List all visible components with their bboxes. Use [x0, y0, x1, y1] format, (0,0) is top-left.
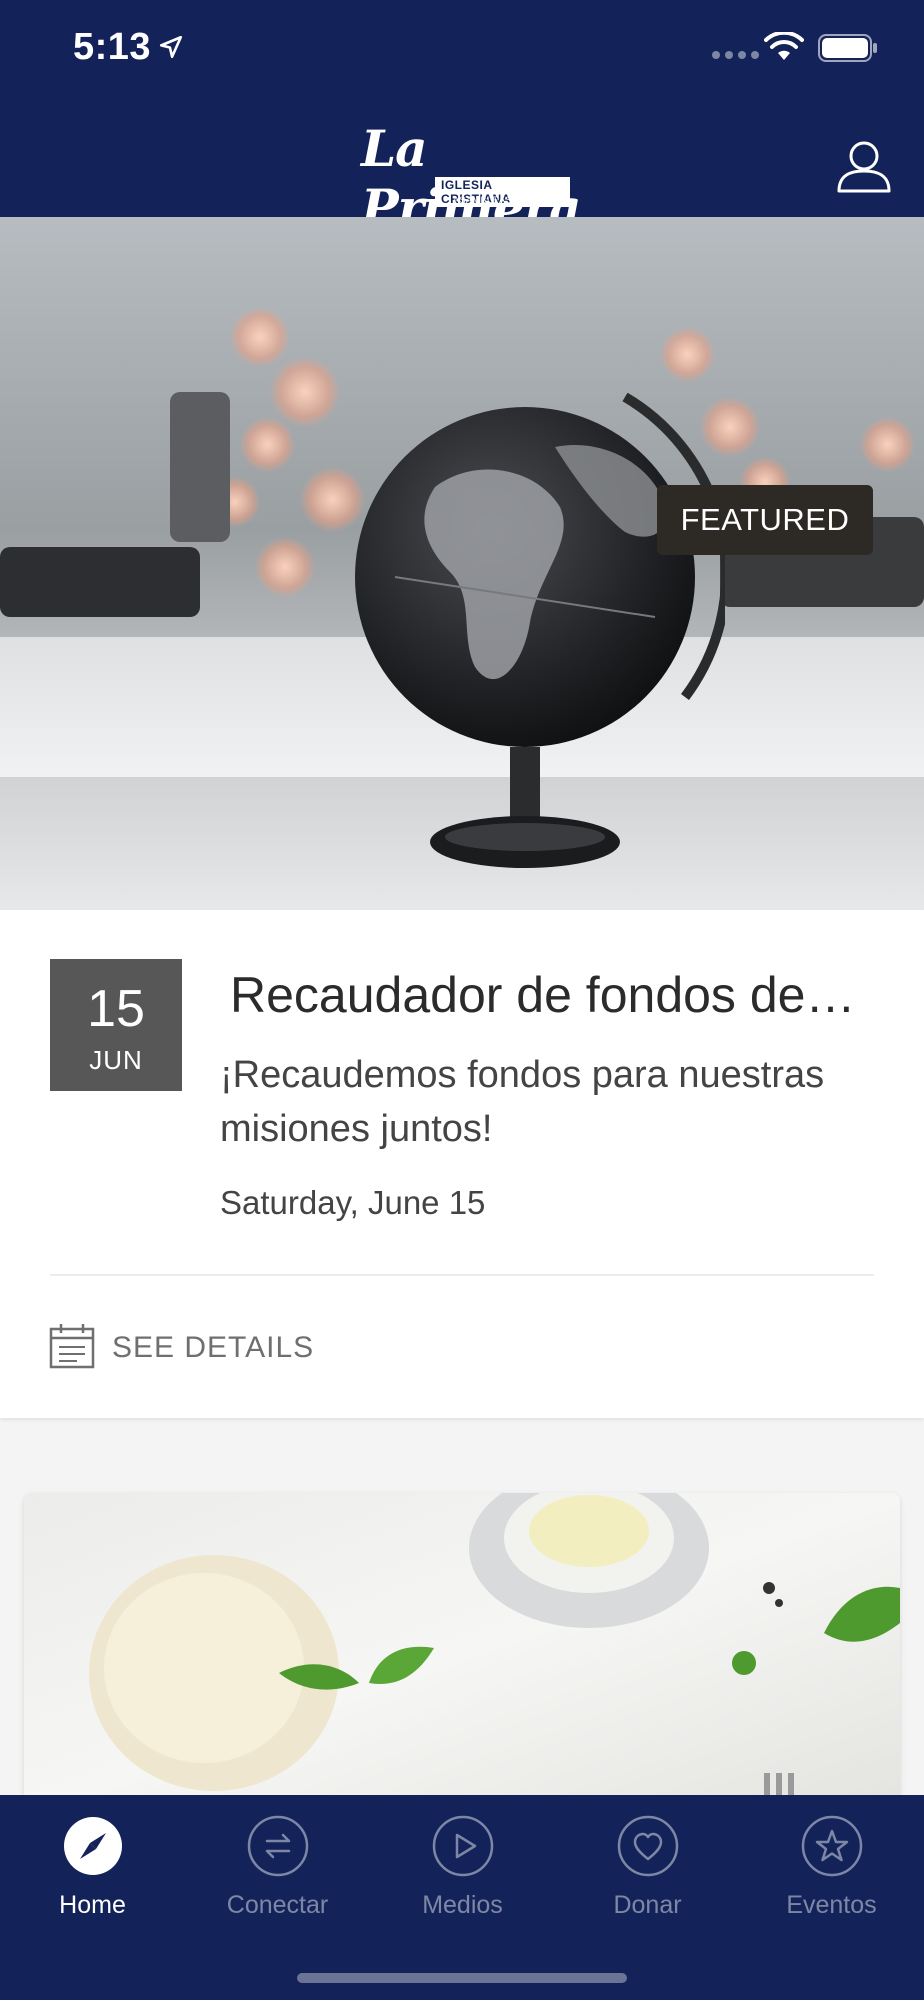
card-divider: [50, 1274, 874, 1276]
see-details-button[interactable]: SEE DETAILS: [112, 1331, 314, 1365]
logo-sub-text: ASAMBLEAS DE DIOS: [453, 195, 556, 205]
event-description: ¡Recaudemos fondos para nuestras misione…: [220, 1054, 825, 1150]
home-indicator[interactable]: [297, 1973, 627, 1983]
event-card-image-2[interactable]: [24, 1493, 900, 1813]
calendar-icon[interactable]: [49, 1323, 95, 1369]
event-month: JUN: [89, 1045, 143, 1075]
top-bar: 5:13 La Primera IGLESIA CRISTIANA ASAMBL…: [0, 0, 924, 237]
food-photo: [89, 1493, 900, 1813]
location-arrow-icon: [159, 35, 183, 59]
cellular-signal-icon: [712, 51, 759, 59]
tab-home[interactable]: Home: [0, 1815, 185, 1920]
tab-label-home: Home: [59, 1891, 126, 1919]
exchange-icon: [247, 1815, 308, 1877]
tab-label-donar: Donar: [613, 1891, 682, 1919]
app-screen: 5:13 La Primera IGLESIA CRISTIANA ASAMBL…: [0, 0, 924, 2000]
play-icon: [432, 1815, 493, 1877]
church-logo[interactable]: La Primera IGLESIA CRISTIANA ASAMBLEAS D…: [355, 115, 581, 237]
tab-label-medios: Medios: [422, 1891, 503, 1919]
tab-label-conectar: Conectar: [226, 1891, 329, 1919]
tab-conectar[interactable]: Conectar: [185, 1815, 370, 1920]
event-date-text: Saturday, June 15: [220, 1184, 486, 1221]
battery-icon: [818, 34, 877, 62]
featured-hero-image[interactable]: FEATURED: [0, 217, 924, 910]
bottom-tab-bar: Home Conectar Medios Donar Eventos: [0, 1795, 924, 2000]
compass-icon: [63, 1817, 122, 1875]
event-date-box: 15 JUN: [50, 959, 182, 1091]
tab-donar[interactable]: Donar: [555, 1815, 740, 1920]
profile-icon[interactable]: [836, 138, 892, 194]
event-title[interactable]: Recaudador de fondos de…: [230, 966, 870, 1024]
tab-label-eventos: Eventos: [786, 1891, 877, 1919]
tab-medios[interactable]: Medios: [370, 1815, 555, 1920]
tab-eventos[interactable]: Eventos: [739, 1815, 924, 1920]
featured-badge: FEATURED: [657, 485, 873, 555]
star-icon: [801, 1815, 862, 1877]
status-time: 5:13: [73, 26, 152, 68]
heart-icon: [617, 1815, 678, 1877]
wifi-icon: [764, 32, 804, 60]
event-card[interactable]: 15 JUN Recaudador de fondos de… ¡Recaude…: [0, 910, 924, 1418]
globe-icon: [355, 392, 725, 868]
event-day: 15: [87, 980, 145, 1038]
